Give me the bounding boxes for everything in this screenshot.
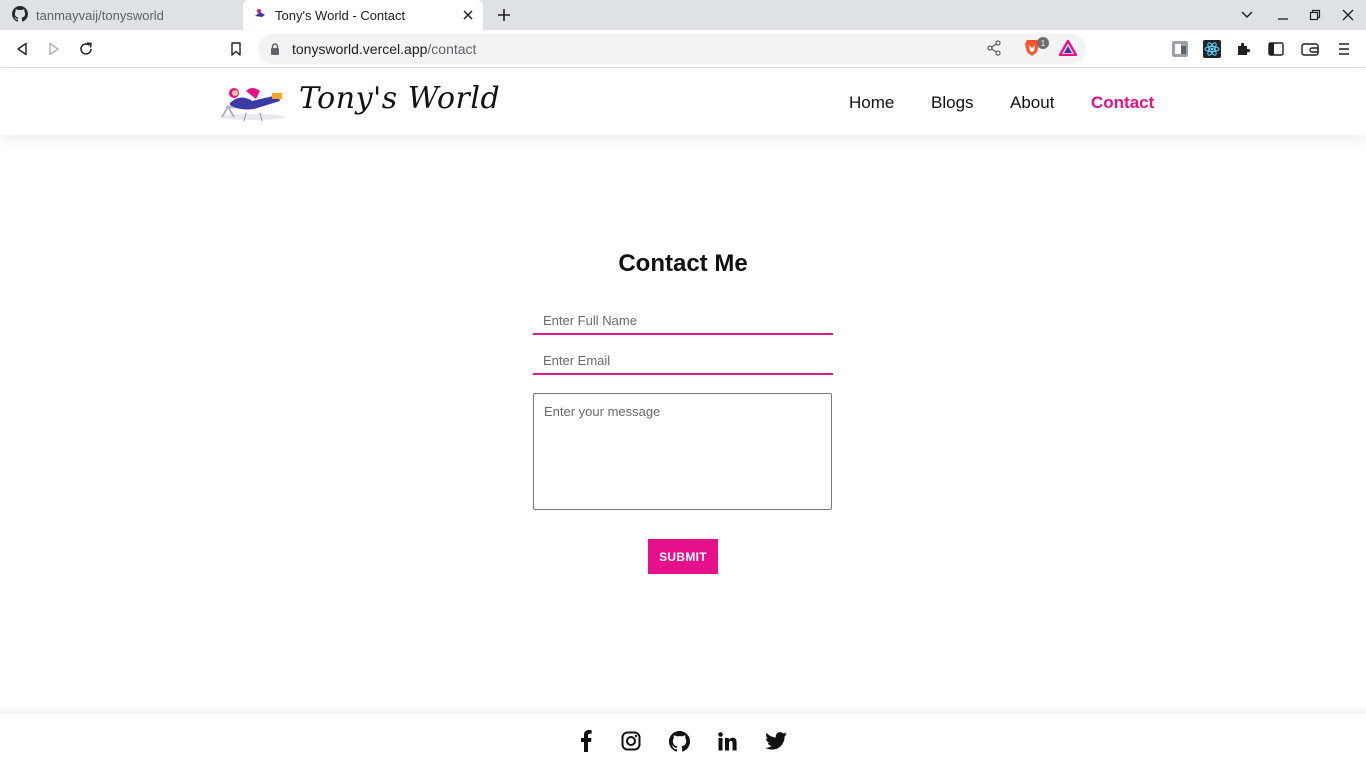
wallet-button[interactable] [1300, 39, 1320, 59]
github-icon [12, 5, 28, 25]
logo-illustration[interactable] [216, 81, 286, 123]
restore-button[interactable] [1305, 5, 1325, 25]
bookmark-button[interactable] [226, 39, 246, 59]
shields-count-badge: 1 [1037, 37, 1049, 49]
tab-github[interactable]: tanmayvaij/tonysworld [0, 0, 242, 30]
site-logo-text[interactable]: Tony's World [299, 81, 500, 116]
facebook-icon[interactable] [575, 730, 597, 752]
chevron-down-icon [1241, 11, 1253, 19]
page-title: Contact Me [618, 250, 748, 277]
restore-icon [1309, 9, 1321, 21]
address-bar[interactable]: tonysworld.vercel.app/contact 1 [258, 34, 1086, 64]
extension-image-button[interactable] [1170, 39, 1190, 59]
tab-search-button[interactable] [1237, 5, 1257, 25]
nav-blogs[interactable]: Blogs [931, 93, 974, 113]
url-host: tonysworld.vercel.app [292, 41, 428, 57]
github-icon[interactable] [668, 730, 690, 752]
close-icon[interactable] [459, 6, 477, 24]
react-icon [1203, 40, 1221, 58]
submit-button[interactable]: SUBMIT [648, 539, 718, 574]
back-button[interactable] [12, 39, 32, 59]
browser-tab-bar: tanmayvaij/tonysworld Tony's World - Con… [0, 0, 1366, 30]
sidebar-button[interactable] [1266, 39, 1286, 59]
tab-contact[interactable]: Tony's World - Contact [243, 0, 483, 30]
close-icon [1342, 9, 1354, 21]
sidebar-icon [1268, 42, 1284, 56]
back-icon [17, 42, 27, 56]
url-path: /contact [427, 41, 477, 57]
hamburger-menu-icon [1339, 43, 1349, 55]
extension-image-icon [1172, 41, 1188, 57]
message-textarea[interactable] [533, 393, 832, 510]
url-text: tonysworld.vercel.app/contact [292, 41, 476, 57]
puzzle-icon [1238, 42, 1251, 55]
twitter-icon[interactable] [765, 730, 787, 752]
tab-title: tanmayvaij/tonysworld [36, 7, 164, 23]
minimize-icon [1278, 18, 1288, 20]
email-input[interactable] [533, 347, 833, 375]
forward-button[interactable] [44, 39, 64, 59]
site-favicon [253, 7, 267, 24]
plus-icon [498, 9, 510, 21]
minimize-button[interactable] [1273, 5, 1293, 25]
share-icon[interactable] [986, 40, 1002, 61]
instagram-icon[interactable] [620, 730, 642, 752]
wallet-icon [1301, 43, 1319, 56]
nav-home[interactable]: Home [849, 93, 894, 113]
menu-button[interactable] [1334, 39, 1354, 59]
site-header: Tony's World Home Blogs About Contact [0, 69, 1366, 135]
nav-contact[interactable]: Contact [1091, 93, 1154, 113]
reload-icon [80, 42, 92, 55]
forward-icon [49, 42, 59, 56]
new-tab-button[interactable] [494, 5, 514, 25]
site-footer [0, 714, 1366, 768]
lock-icon [270, 42, 280, 60]
brave-rewards-icon[interactable] [1058, 39, 1078, 61]
nav-about[interactable]: About [1010, 93, 1054, 113]
full-name-input[interactable] [533, 307, 833, 335]
reload-button[interactable] [76, 39, 96, 59]
react-devtools-button[interactable] [1202, 39, 1222, 59]
extensions-button[interactable] [1234, 39, 1254, 59]
tab-title: Tony's World - Contact [275, 7, 406, 23]
close-window-button[interactable] [1338, 5, 1358, 25]
linkedin-icon[interactable] [716, 730, 738, 752]
bookmark-icon [231, 42, 241, 56]
browser-toolbar: tonysworld.vercel.app/contact 1 [0, 30, 1366, 68]
